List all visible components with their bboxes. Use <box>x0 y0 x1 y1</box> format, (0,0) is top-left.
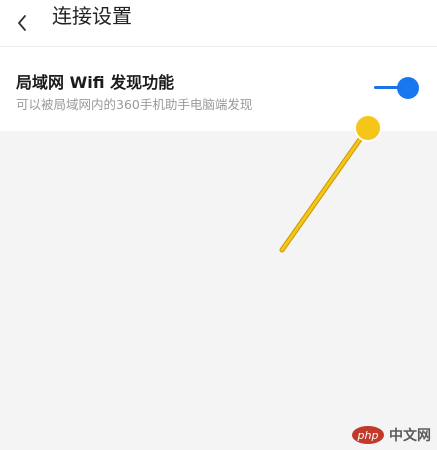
toggle-knob <box>397 77 419 99</box>
setting-description: 可以被局域网内的360手机助手电脑端发现 <box>16 97 253 112</box>
watermark: php 中文网 <box>351 424 431 446</box>
setting-title: 局域网 Wifi 发现功能 <box>16 73 175 92</box>
page-title: 连接设置 <box>52 4 132 28</box>
screen: 连接设置 局域网 Wifi 发现功能 可以被局域网内的360手机助手电脑端发现 … <box>0 0 437 450</box>
svg-text:php: php <box>357 429 379 442</box>
setting-row-lan-wifi: 局域网 Wifi 发现功能 可以被局域网内的360手机助手电脑端发现 <box>0 47 437 131</box>
lan-wifi-toggle[interactable] <box>372 73 424 103</box>
chevron-left-icon[interactable] <box>14 13 30 33</box>
watermark-text: 中文网 <box>389 428 431 444</box>
php-logo: php <box>352 426 384 444</box>
header-bar: 连接设置 <box>0 0 437 47</box>
